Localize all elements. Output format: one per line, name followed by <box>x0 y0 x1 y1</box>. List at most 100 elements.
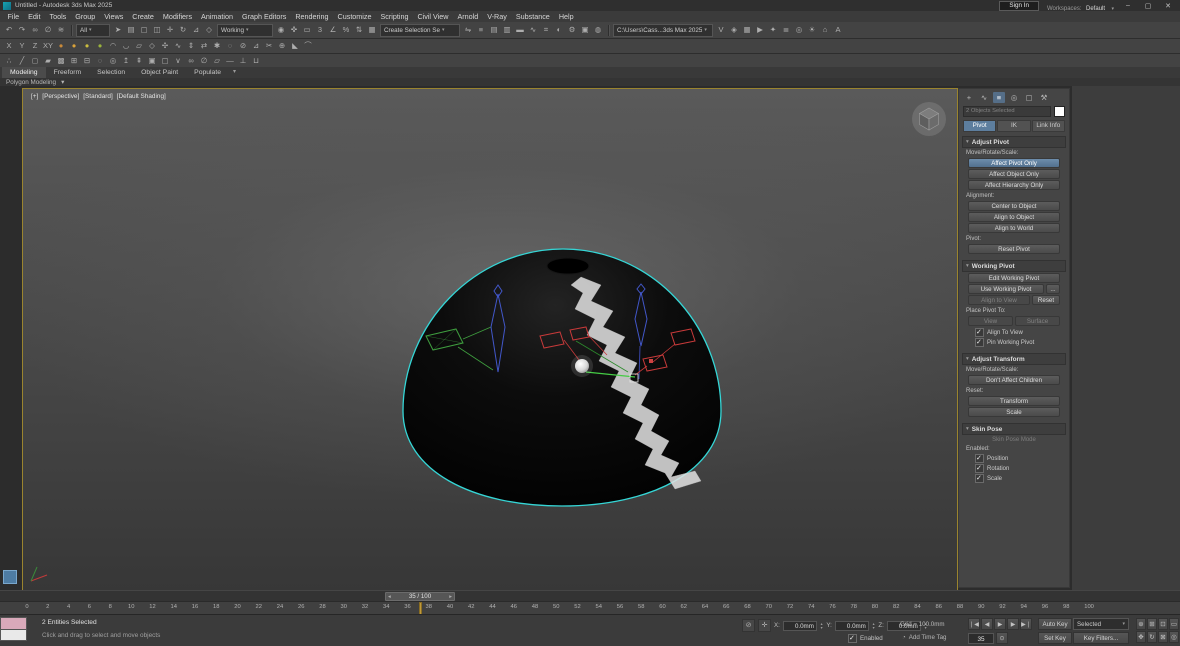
select-object-icon[interactable]: ➤ <box>112 24 124 36</box>
object-name-field[interactable]: 2 Objects Selected <box>963 106 1051 117</box>
frame-tick[interactable]: 66 <box>723 604 729 610</box>
previous-frame-icon[interactable]: ◀ <box>981 618 993 630</box>
push-pull-brush-icon[interactable]: ⇕ <box>185 40 197 52</box>
chamfer-tool-icon[interactable]: ◣ <box>289 40 301 52</box>
light-lister-icon[interactable]: ☀ <box>806 24 818 36</box>
isolate-selection-icon[interactable]: ◎ <box>793 24 805 36</box>
selection-lock-toggle-icon[interactable]: ⊘ <box>742 619 755 632</box>
key-filters-button[interactable]: Key Filters... <box>1073 632 1129 644</box>
hide-selection-icon[interactable]: ◌ <box>224 40 236 52</box>
slice-tool-icon[interactable]: ⊘ <box>237 40 249 52</box>
enabled-toggle-row[interactable]: Enabled <box>848 634 883 643</box>
enabled-checkbox[interactable] <box>848 634 857 643</box>
use-working-pivot-button[interactable]: Use Working Pivot <box>968 284 1044 294</box>
vray-frame-buffer-icon[interactable]: ▦ <box>741 24 753 36</box>
collapse-icon[interactable]: ∨ <box>172 55 184 67</box>
frame-tick[interactable]: 62 <box>680 604 686 610</box>
rotation-checkbox[interactable] <box>975 464 984 473</box>
frame-tick[interactable]: 58 <box>638 604 644 610</box>
reset-transform-button[interactable]: Transform <box>968 396 1060 406</box>
percent-snap-toggle-icon[interactable]: % <box>340 24 352 36</box>
frame-tick[interactable]: 74 <box>808 604 814 610</box>
reset-scale-button[interactable]: Scale <box>968 407 1060 417</box>
render-setup-icon[interactable]: ⚙ <box>566 24 578 36</box>
frame-tick[interactable]: 40 <box>447 604 453 610</box>
frame-tick[interactable]: 16 <box>192 604 198 610</box>
frame-tick[interactable]: 28 <box>319 604 325 610</box>
frame-tick[interactable]: 96 <box>1042 604 1048 610</box>
frame-tick[interactable]: 50 <box>553 604 559 610</box>
freeze-selection-icon[interactable]: ✱ <box>211 40 223 52</box>
link-info-tab[interactable]: Link Info <box>1032 120 1065 132</box>
align-icon[interactable]: ≡ <box>475 24 487 36</box>
menu-arnold[interactable]: Arnold <box>453 12 483 21</box>
frame-tick[interactable]: 44 <box>489 604 495 610</box>
select-and-link-icon[interactable]: ∞ <box>29 24 41 36</box>
vray-asset-editor-icon[interactable]: V <box>715 24 727 36</box>
add-time-tag-label[interactable]: Add Time Tag <box>909 634 947 641</box>
paint-object-yellow-icon[interactable]: ● <box>81 40 93 52</box>
state-sets-icon[interactable]: ≣ <box>780 24 792 36</box>
set-key-button[interactable]: Set Key <box>1038 632 1072 644</box>
frame-tick[interactable]: 26 <box>298 604 304 610</box>
selection-filter-dropdown[interactable]: All ▾ <box>76 24 110 37</box>
border-mode-icon[interactable]: ◻ <box>29 55 41 67</box>
y-spinner[interactable]: ▲▼ <box>872 622 875 630</box>
play-animation-icon[interactable]: ▶ <box>994 618 1006 630</box>
keyboard-shortcut-override-icon[interactable]: ▭ <box>301 24 313 36</box>
track-bar[interactable]: 0246810121416182022242628303234363840424… <box>0 601 1180 615</box>
zoom-extents-icon[interactable]: ⊡ <box>1158 618 1168 630</box>
frame-tick[interactable]: 6 <box>86 604 92 610</box>
frame-tick[interactable]: 56 <box>617 604 623 610</box>
axis-constraint-y-icon[interactable]: Y <box>16 40 28 52</box>
quickslice-icon[interactable]: ⊿ <box>250 40 262 52</box>
frame-tick[interactable]: 4 <box>66 604 72 610</box>
project-folder-dropdown[interactable]: C:\Users\Cass...3ds Max 2025 ▾ <box>613 24 713 37</box>
mirror-icon[interactable]: ⇋ <box>462 24 474 36</box>
align-to-world-button[interactable]: Align to World <box>968 223 1060 233</box>
reference-coordinate-system-dropdown[interactable]: Working ▾ <box>217 24 273 37</box>
maxscript-listener-field[interactable] <box>0 629 27 641</box>
named-selection-set-dropdown[interactable]: Create Selection Se ▾ <box>380 24 460 37</box>
frame-tick[interactable]: 86 <box>935 604 941 610</box>
cut-tool-icon[interactable]: ✂ <box>263 40 275 52</box>
use-pivot-point-center-icon[interactable]: ◉ <box>275 24 287 36</box>
previous-frame-arrow-icon[interactable]: ◂ <box>388 594 391 600</box>
polygon-modeling-panel-label[interactable]: Polygon Modeling <box>6 79 56 86</box>
frame-tick[interactable]: 92 <box>999 604 1005 610</box>
current-frame-field[interactable]: 35 <box>968 633 994 644</box>
ribbon-tab-selection[interactable]: Selection <box>89 67 133 78</box>
spinner-snap-toggle-icon[interactable]: ⇅ <box>353 24 365 36</box>
spread-brush-icon[interactable]: ✣ <box>159 40 171 52</box>
bevel-icon[interactable]: ⇞ <box>133 55 145 67</box>
sign-in-button[interactable]: Sign In <box>999 1 1039 11</box>
skin-pose-rotation-row[interactable]: Rotation <box>959 463 1069 473</box>
smooth-brush-icon[interactable]: ◠ <box>107 40 119 52</box>
frame-tick[interactable]: 12 <box>149 604 155 610</box>
menu-civil-view[interactable]: Civil View <box>413 12 453 21</box>
align-to-view-button[interactable]: Align to View <box>968 295 1030 305</box>
frame-tick[interactable]: 70 <box>765 604 771 610</box>
affect-object-only-button[interactable]: Affect Object Only <box>968 169 1060 179</box>
utilities-tab-icon[interactable]: ⚒ <box>1038 92 1050 103</box>
align-to-view-checkbox-row[interactable]: Align To View <box>959 327 1069 337</box>
noise-brush-icon[interactable]: ∿ <box>172 40 184 52</box>
frame-tick[interactable]: 32 <box>362 604 368 610</box>
axis-constraint-x-icon[interactable]: X <box>3 40 15 52</box>
relax-brush-icon[interactable]: ◡ <box>120 40 132 52</box>
frame-tick[interactable]: 98 <box>1063 604 1069 610</box>
pivot-tab[interactable]: Pivot <box>963 120 996 132</box>
zoom-icon[interactable]: ⊕ <box>1136 618 1146 630</box>
select-and-manipulate-icon[interactable]: ✜ <box>288 24 300 36</box>
frame-tick[interactable]: 34 <box>383 604 389 610</box>
menu-rendering[interactable]: Rendering <box>291 12 333 21</box>
angle-snap-toggle-icon[interactable]: ∠ <box>327 24 339 36</box>
place-pivot-surface-button[interactable]: Surface <box>1015 316 1060 326</box>
menu-vray[interactable]: V-Ray <box>483 12 512 21</box>
curve-editor-icon[interactable]: ∿ <box>527 24 539 36</box>
viewport-menu-pov[interactable]: [Perspective] <box>42 93 79 100</box>
rollout-skin-pose[interactable]: ▾ Skin Pose <box>962 423 1066 435</box>
grow-selection-icon[interactable]: ⊞ <box>68 55 80 67</box>
flatten-brush-icon[interactable]: ▱ <box>133 40 145 52</box>
next-frame-icon[interactable]: ▶ <box>1007 618 1019 630</box>
